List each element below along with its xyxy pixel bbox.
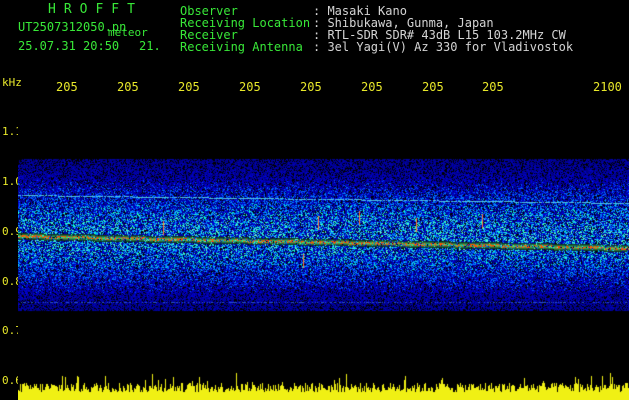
y-axis-unit: kHz — [2, 76, 22, 89]
x-tick-label: 205 — [117, 80, 139, 94]
spectrogram-canvas — [18, 96, 629, 400]
x-tick-label: 205 — [178, 80, 200, 94]
frame-count: 21. — [139, 39, 161, 53]
x-tick-label: 205 — [239, 80, 261, 94]
app-brand: HROFFT — [48, 2, 143, 17]
antenna-label: Receiving Antenna — [180, 40, 303, 54]
x-tick-label: 205 — [361, 80, 383, 94]
x-tick-label: 205 — [56, 80, 78, 94]
x-tick-label: 2100 — [593, 80, 622, 94]
x-tick-label: 205 — [482, 80, 504, 94]
x-tick-label: 205 — [300, 80, 322, 94]
antenna-value: : 3el Yagi(V) Az 330 for Vladivostok — [313, 40, 574, 54]
file-suffix: meteor — [108, 26, 148, 39]
x-tick-label: 205 — [422, 80, 444, 94]
datetime: 25.07.31 20:50 — [18, 39, 120, 53]
